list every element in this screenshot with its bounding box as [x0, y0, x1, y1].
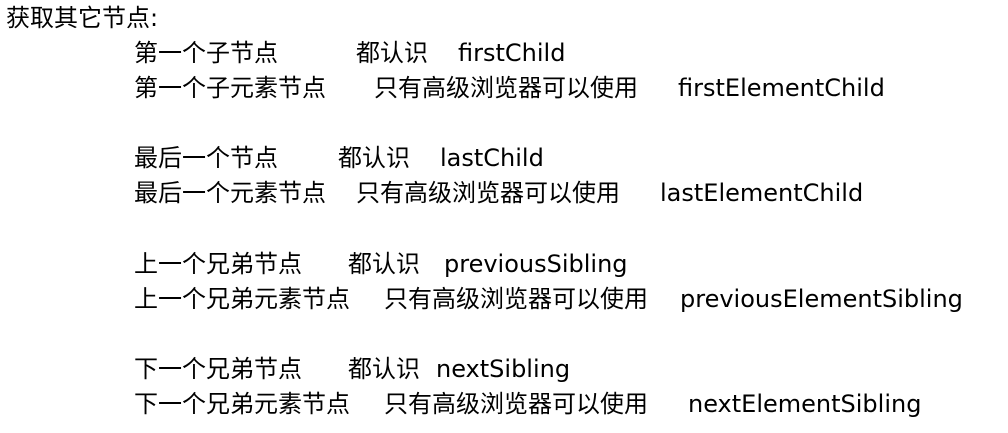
support-note: 只有高级浏览器可以使用 — [374, 74, 638, 102]
property-name: nextElementSibling — [688, 390, 922, 418]
support-note: 都认识 — [338, 144, 410, 172]
support-note: 只有高级浏览器可以使用 — [384, 285, 648, 313]
property-name: lastChild — [440, 144, 544, 172]
property-name: previousElementSibling — [680, 285, 963, 313]
page-heading: 获取其它节点: — [6, 4, 159, 32]
support-note: 都认识 — [348, 355, 420, 383]
support-note: 都认识 — [348, 250, 420, 278]
property-name: previousSibling — [444, 250, 628, 278]
node-label: 第一个子元素节点 — [134, 74, 326, 102]
node-label: 第一个子节点 — [134, 39, 278, 67]
property-name: firstChild — [458, 39, 566, 67]
support-note: 只有高级浏览器可以使用 — [356, 179, 620, 207]
node-label: 最后一个节点 — [134, 144, 278, 172]
support-note: 只有高级浏览器可以使用 — [384, 390, 648, 418]
property-name: nextSibling — [436, 355, 571, 383]
property-name: lastElementChild — [660, 179, 864, 207]
node-label: 下一个兄弟节点 — [134, 355, 302, 383]
node-label: 上一个兄弟节点 — [134, 250, 302, 278]
node-label: 上一个兄弟元素节点 — [134, 285, 350, 313]
property-name: firstElementChild — [678, 74, 885, 102]
support-note: 都认识 — [356, 39, 428, 67]
node-label: 下一个兄弟元素节点 — [134, 390, 350, 418]
node-label: 最后一个元素节点 — [134, 179, 326, 207]
